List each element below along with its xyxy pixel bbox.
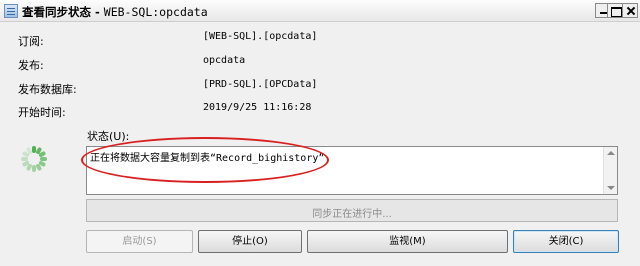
- subscription-label: 订阅:: [18, 35, 44, 48]
- progress-spinner-icon: [21, 146, 47, 172]
- window-title-prefix: 查看同步状态 -: [22, 5, 104, 19]
- start-time-label: 开始时间:: [18, 106, 66, 119]
- publication-value: opcdata: [203, 55, 246, 66]
- status-message-box[interactable]: 正在将数据大容量复制到表“Record_bighistory”: [86, 146, 618, 195]
- status-label: 状态(U):: [87, 130, 130, 143]
- sync-progress-bar: 同步正在进行中...: [86, 199, 618, 222]
- monitor-button[interactable]: 监视(M): [307, 230, 508, 253]
- publication-label: 发布:: [18, 59, 44, 72]
- window-title-name: WEB-SQL:opcdata: [103, 5, 208, 19]
- publication-database-label: 发布数据库:: [18, 83, 77, 96]
- start-button[interactable]: 启动(S): [86, 230, 193, 253]
- start-time-value: 2019/9/25 11:16:28: [203, 102, 312, 113]
- subscription-value: [WEB-SQL].[opcdata]: [203, 31, 318, 42]
- scroll-up-arrow-icon[interactable]: [607, 151, 615, 155]
- status-scrollbar[interactable]: [603, 147, 617, 194]
- close-window-button[interactable]: [622, 3, 638, 18]
- window-title: 查看同步状态 - WEB-SQL:opcdata: [22, 4, 208, 20]
- close-button[interactable]: 关闭(C): [513, 230, 619, 253]
- stop-button[interactable]: 停止(O): [198, 230, 302, 253]
- scroll-down-arrow-icon[interactable]: [607, 186, 615, 190]
- status-message: 正在将数据大容量复制到表“Record_bighistory”: [90, 149, 324, 164]
- window-icon: [4, 4, 18, 18]
- status-message-prefix: 正在将数据大容量复制到表: [90, 153, 210, 164]
- publication-database-value: [PRD-SQL].[OPCData]: [203, 79, 318, 90]
- sync-progress-text: 同步正在进行中...: [312, 209, 392, 220]
- status-message-table: “Record_bighistory”: [210, 153, 325, 164]
- title-bar: 查看同步状态 - WEB-SQL:opcdata: [0, 0, 640, 22]
